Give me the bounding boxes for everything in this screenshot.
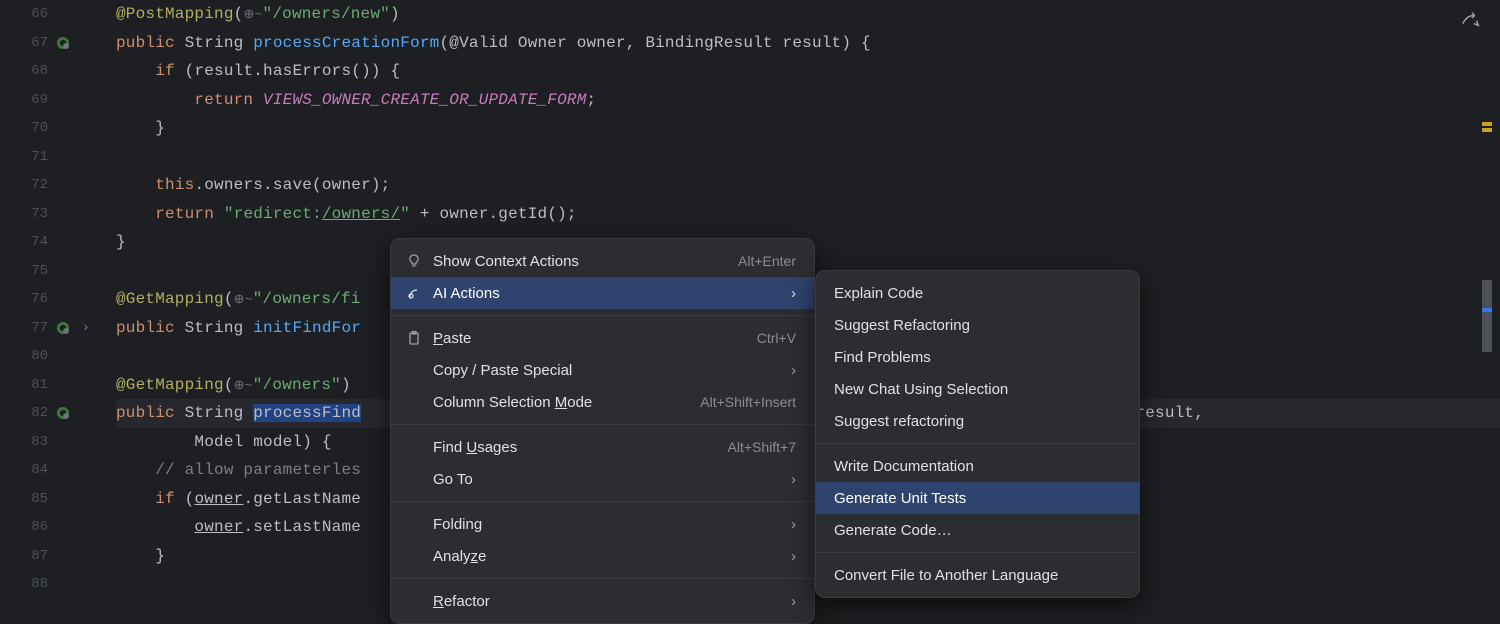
gutter-line: 85 — [0, 485, 72, 514]
gutter-line: 67 — [0, 29, 72, 58]
gutter-line: 84 — [0, 456, 72, 485]
menu-label: Folding — [433, 516, 779, 533]
menu-separator — [391, 501, 814, 502]
submenu-item-find-problems[interactable]: Find Problems — [816, 341, 1139, 373]
code-line[interactable]: return "redirect:/owners/" + owner.getId… — [116, 200, 1500, 229]
submenu-item-new-chat-using-selection[interactable]: New Chat Using Selection — [816, 373, 1139, 405]
menu-separator — [391, 315, 814, 316]
gutter-line: 72 — [0, 171, 72, 200]
web-icon[interactable] — [54, 404, 72, 422]
menu-label: Show Context Actions — [433, 253, 738, 270]
menu-separator — [816, 443, 1139, 444]
code-line[interactable]: public String processCreationForm(@Valid… — [116, 29, 1500, 58]
menu-label: New Chat Using Selection — [834, 381, 1121, 398]
gutter: 666768697071727374757677›808182838485868… — [0, 0, 80, 600]
submenu-item-generate-code[interactable]: Generate Code… — [816, 514, 1139, 546]
chevron-right-icon: › — [791, 285, 796, 302]
menu-item-column-selection-mode[interactable]: Column Selection ModeAlt+Shift+Insert — [391, 386, 814, 418]
menu-item-find-usages[interactable]: Find UsagesAlt+Shift+7 — [391, 431, 814, 463]
menu-item-ai-actions[interactable]: AI Actions › — [391, 277, 814, 309]
web-icon[interactable] — [54, 319, 72, 337]
ai-assistant-icon[interactable] — [1460, 8, 1482, 35]
ai-actions-submenu: Explain Code Suggest Refactoring Find Prob… — [815, 270, 1140, 598]
chevron-right-icon: › — [791, 362, 796, 379]
menu-label: Explain Code — [834, 285, 1121, 302]
chevron-right-icon: › — [791, 471, 796, 488]
gutter-line: 68 — [0, 57, 72, 86]
menu-item-go-to[interactable]: Go To › — [391, 463, 814, 495]
shortcut-label: Ctrl+V — [757, 330, 796, 346]
gutter-line: 73 — [0, 200, 72, 229]
menu-separator — [391, 578, 814, 579]
gutter-line: 77› — [0, 314, 72, 343]
submenu-item-convert-file-to-another-language[interactable]: Convert File to Another Language — [816, 559, 1139, 591]
menu-separator — [816, 552, 1139, 553]
menu-label: Analyze — [433, 548, 779, 565]
menu-label: Convert File to Another Language — [834, 567, 1121, 584]
code-line[interactable] — [116, 143, 1500, 172]
menu-item-paste[interactable]: PasteCtrl+V — [391, 322, 814, 354]
menu-label: Find Usages — [433, 439, 728, 456]
submenu-item-suggest-refactoring[interactable]: Suggest refactoring — [816, 405, 1139, 437]
code-line[interactable]: if (result.hasErrors()) { — [116, 57, 1500, 86]
scroll-mark[interactable] — [1482, 122, 1492, 126]
web-icon[interactable] — [54, 34, 72, 52]
code-line[interactable]: return VIEWS_OWNER_CREATE_OR_UPDATE_FORM… — [116, 86, 1500, 115]
scroll-mark[interactable] — [1482, 308, 1492, 312]
submenu-item-suggest-refactoring[interactable]: Suggest Refactoring — [816, 309, 1139, 341]
chevron-right-icon: › — [791, 548, 796, 565]
menu-item-copy-paste-special[interactable]: Copy / Paste Special › — [391, 354, 814, 386]
shortcut-label: Alt+Shift+Insert — [700, 394, 796, 410]
gutter-line: 87 — [0, 542, 72, 571]
gutter-line: 80 — [0, 342, 72, 371]
chevron-right-icon: › — [791, 516, 796, 533]
context-menu: Show Context ActionsAlt+Enter AI Actions ›… — [390, 238, 815, 624]
menu-label: Generate Unit Tests — [834, 490, 1121, 507]
gutter-line: 76 — [0, 285, 72, 314]
menu-item-show-context-actions[interactable]: Show Context ActionsAlt+Enter — [391, 245, 814, 277]
gutter-line: 81 — [0, 371, 72, 400]
gutter-line: 82 — [0, 399, 72, 428]
menu-label: Suggest refactoring — [834, 413, 1121, 430]
menu-item-folding[interactable]: Folding › — [391, 508, 814, 540]
code-line[interactable]: this.owners.save(owner); — [116, 171, 1500, 200]
submenu-item-explain-code[interactable]: Explain Code — [816, 277, 1139, 309]
menu-item-refactor[interactable]: Refactor › — [391, 585, 814, 617]
submenu-item-generate-unit-tests[interactable]: Generate Unit Tests — [816, 482, 1139, 514]
menu-separator — [391, 424, 814, 425]
gutter-line: 74 — [0, 228, 72, 257]
shortcut-label: Alt+Shift+7 — [728, 439, 797, 455]
menu-label: Suggest Refactoring — [834, 317, 1121, 334]
gutter-line: 66 — [0, 0, 72, 29]
menu-item-analyze[interactable]: Analyze › — [391, 540, 814, 572]
gutter-line: 70 — [0, 114, 72, 143]
menu-label: Find Problems — [834, 349, 1121, 366]
gutter-line: 83 — [0, 428, 72, 457]
gutter-line: 88 — [0, 570, 72, 599]
bulb-icon — [403, 253, 425, 269]
code-line[interactable]: } — [116, 114, 1500, 143]
menu-label: Go To — [433, 471, 779, 488]
shortcut-label: Alt+Enter — [738, 253, 796, 269]
gutter-line: 71 — [0, 143, 72, 172]
menu-label: Refactor — [433, 593, 779, 610]
scrollbar[interactable] — [1480, 0, 1494, 600]
menu-label: Column Selection Mode — [433, 394, 700, 411]
gutter-line: 86 — [0, 513, 72, 542]
scroll-mark[interactable] — [1482, 128, 1492, 132]
menu-label: Generate Code… — [834, 522, 1121, 539]
ai-icon — [403, 285, 425, 301]
clipboard-icon — [403, 330, 425, 346]
code-line[interactable]: @PostMapping(⊕~"/owners/new") — [116, 0, 1500, 29]
gutter-line: 75 — [0, 257, 72, 286]
gutter-line: 69 — [0, 86, 72, 115]
scroll-mark[interactable] — [1482, 280, 1492, 352]
chevron-right-icon: › — [791, 593, 796, 610]
menu-label: Write Documentation — [834, 458, 1121, 475]
menu-label: Paste — [433, 330, 757, 347]
submenu-item-write-documentation[interactable]: Write Documentation — [816, 450, 1139, 482]
menu-label: Copy / Paste Special — [433, 362, 779, 379]
menu-label: AI Actions — [433, 285, 779, 302]
